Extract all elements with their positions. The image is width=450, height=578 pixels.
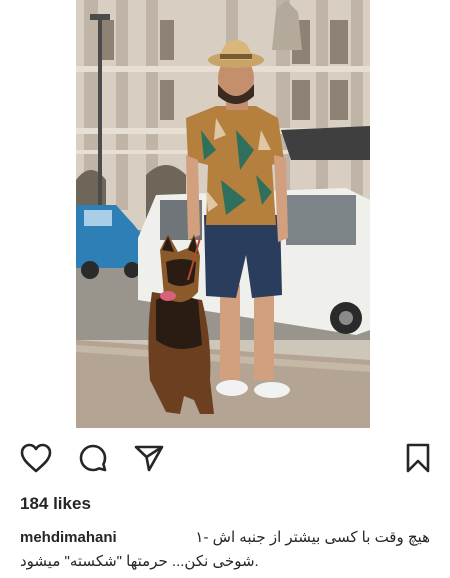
photo-illustration: [76, 0, 370, 428]
post-caption: mehdimahani هیچ وقت با کسی بیشتر از جنبه…: [20, 526, 430, 574]
comment-button[interactable]: [75, 440, 111, 476]
share-button[interactable]: [131, 440, 167, 476]
caption-text-line-2: .شوخی نکن... حرمتها "شکسته" میشود: [20, 553, 259, 570]
bookmark-icon: [406, 443, 430, 473]
paper-plane-icon: [134, 445, 164, 472]
comment-bubble-icon: [79, 444, 107, 472]
post-photo[interactable]: [76, 0, 370, 428]
post-action-bar: [0, 440, 450, 480]
post-photo-frame: [0, 0, 450, 428]
save-button[interactable]: [400, 440, 436, 476]
likes-count[interactable]: 184 likes: [20, 494, 91, 514]
instagram-post: 184 likes mehdimahani هیچ وقت با کسی بیش…: [0, 0, 450, 578]
like-button[interactable]: [18, 440, 54, 476]
caption-line-1: mehdimahani هیچ وقت با کسی بیشتر از جنبه…: [20, 526, 430, 550]
heart-outline-icon: [20, 443, 52, 473]
caption-text-line-1: هیچ وقت با کسی بیشتر از جنبه اش -۱: [195, 529, 430, 546]
caption-username[interactable]: mehdimahani: [20, 526, 117, 550]
